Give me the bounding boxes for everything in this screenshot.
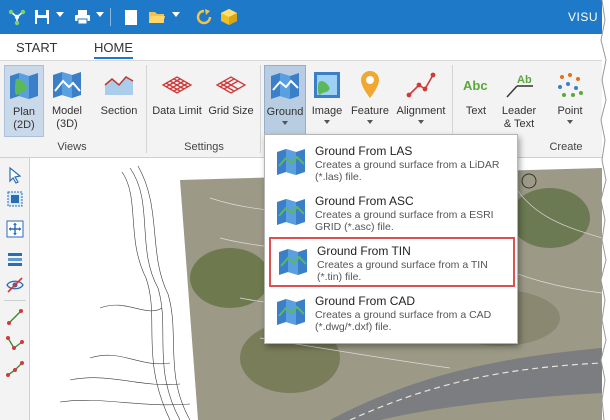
torn-edge-decoration [600,0,610,420]
group-separator [146,65,147,153]
line-icon[interactable] [6,308,24,326]
text-label: Text [465,105,487,117]
save-dropdown-caret[interactable] [56,12,64,17]
alignment-label: Alignment [396,105,446,117]
map-icon [277,199,305,225]
tab-start[interactable]: START [16,40,57,55]
print-icon[interactable] [74,8,91,26]
alignment-caret [418,120,424,124]
ground-dropdown-menu: Ground From LAS Creates a ground surface… [264,134,518,344]
menu-item-ground-from-las[interactable]: Ground From LAS Creates a ground surface… [269,139,515,189]
model-3d-button[interactable]: Model (3D) [48,65,86,137]
map-icon [277,299,305,325]
ground-caret [282,121,288,125]
refresh-icon[interactable] [196,8,212,26]
leader-label-line2: & Text [503,118,535,130]
ground-label: Ground [266,106,304,118]
menu-item-description: Creates a ground surface from a CAD (*.d… [315,309,492,333]
map-icon [10,73,38,99]
feature-label: Feature [351,105,389,117]
vegetation-patch [510,188,590,248]
alignment-icon [406,72,436,98]
toolbar-separator [4,300,26,301]
data-limit-label: Data Limit [152,105,202,117]
save-icon[interactable] [34,8,50,26]
map-icon [271,73,299,99]
grid-size-button[interactable]: Grid Size [206,65,256,137]
open-dropdown-caret[interactable] [172,12,180,17]
leader-text-button[interactable]: Ab Leader & Text [498,65,540,137]
ribbon-tabs: START HOME [0,34,602,60]
section-label: Section [100,105,138,117]
menu-item-description: Creates a ground surface from a ESRI GRI… [315,209,494,233]
select-arrow-icon[interactable] [6,166,24,184]
contour-lines [59,165,191,420]
location-pin-icon [361,71,379,98]
window-title: VISU [567,10,598,24]
image-caret [324,120,330,124]
svg-text:Abc: Abc [463,78,488,93]
app-logo-icon[interactable] [8,8,26,26]
leader-label-line1: Leader [501,105,537,117]
plan-2d-button[interactable]: Plan (2D) [4,65,44,137]
left-toolbar [0,158,30,420]
grid-icon [161,76,193,94]
open-folder-icon[interactable] [148,8,166,26]
vegetation-patch [190,248,270,308]
polyline-icon[interactable] [6,334,24,352]
model-label-line1: Model [52,105,82,117]
text-abc-icon: Abc [463,78,488,93]
toolbar-separator [110,8,111,26]
alignment-button[interactable]: Alignment [394,65,448,137]
cube-icon[interactable] [220,8,238,26]
group-label-settings: Settings [184,141,224,153]
menu-item-title: Ground From ASC [315,194,414,208]
image-label: Image [311,105,343,117]
plan-label-line1: Plan [12,106,36,118]
leader-text-icon: Ab [506,74,533,98]
model-label-line2: (3D) [56,118,78,130]
title-bar: VISU [0,0,602,34]
layers-icon[interactable] [6,250,24,268]
menu-item-ground-from-tin[interactable]: Ground From TIN Creates a ground surface… [269,237,515,287]
polyline-node-icon[interactable] [6,360,24,378]
menu-item-title: Ground From LAS [315,144,413,158]
new-file-icon[interactable] [124,8,138,26]
menu-item-ground-from-cad[interactable]: Ground From CAD Creates a ground surface… [269,289,515,339]
data-limit-button[interactable]: Data Limit [150,65,204,137]
text-button[interactable]: Abc Text [456,65,496,137]
feature-caret [367,120,373,124]
section-chart-icon [104,76,134,95]
grid-icon [215,76,247,94]
group-label-create: Create [549,141,583,153]
menu-item-ground-from-asc[interactable]: Ground From ASC Creates a ground surface… [269,189,515,239]
point-label: Point [557,105,583,117]
feature-button[interactable]: Feature [350,65,390,137]
move-icon[interactable] [6,220,24,238]
select-box-icon[interactable] [6,190,24,208]
svg-text:Ab: Ab [517,74,532,86]
menu-item-title: Ground From TIN [317,244,411,258]
menu-item-title: Ground From CAD [315,294,416,308]
map-icon [53,72,81,98]
point-button[interactable]: Point [548,65,592,137]
map-icon [277,149,305,175]
hide-eye-icon[interactable] [6,276,24,294]
point-caret [567,120,573,124]
map-icon [279,249,307,275]
menu-item-description: Creates a ground surface from a LiDAR (*… [315,159,500,183]
group-label-views: Views [57,141,87,153]
tab-home[interactable]: HOME [94,40,133,59]
image-icon [314,72,340,98]
plan-label-line2: (2D) [13,119,35,131]
grid-size-label: Grid Size [208,105,254,117]
ground-button[interactable]: Ground [264,65,306,137]
group-separator [260,65,261,153]
image-button[interactable]: Image [308,65,346,137]
menu-item-description: Creates a ground surface from a TIN (*.t… [317,259,488,283]
section-button[interactable]: Section [96,65,142,137]
print-dropdown-caret[interactable] [96,12,104,17]
points-icon [558,73,583,97]
